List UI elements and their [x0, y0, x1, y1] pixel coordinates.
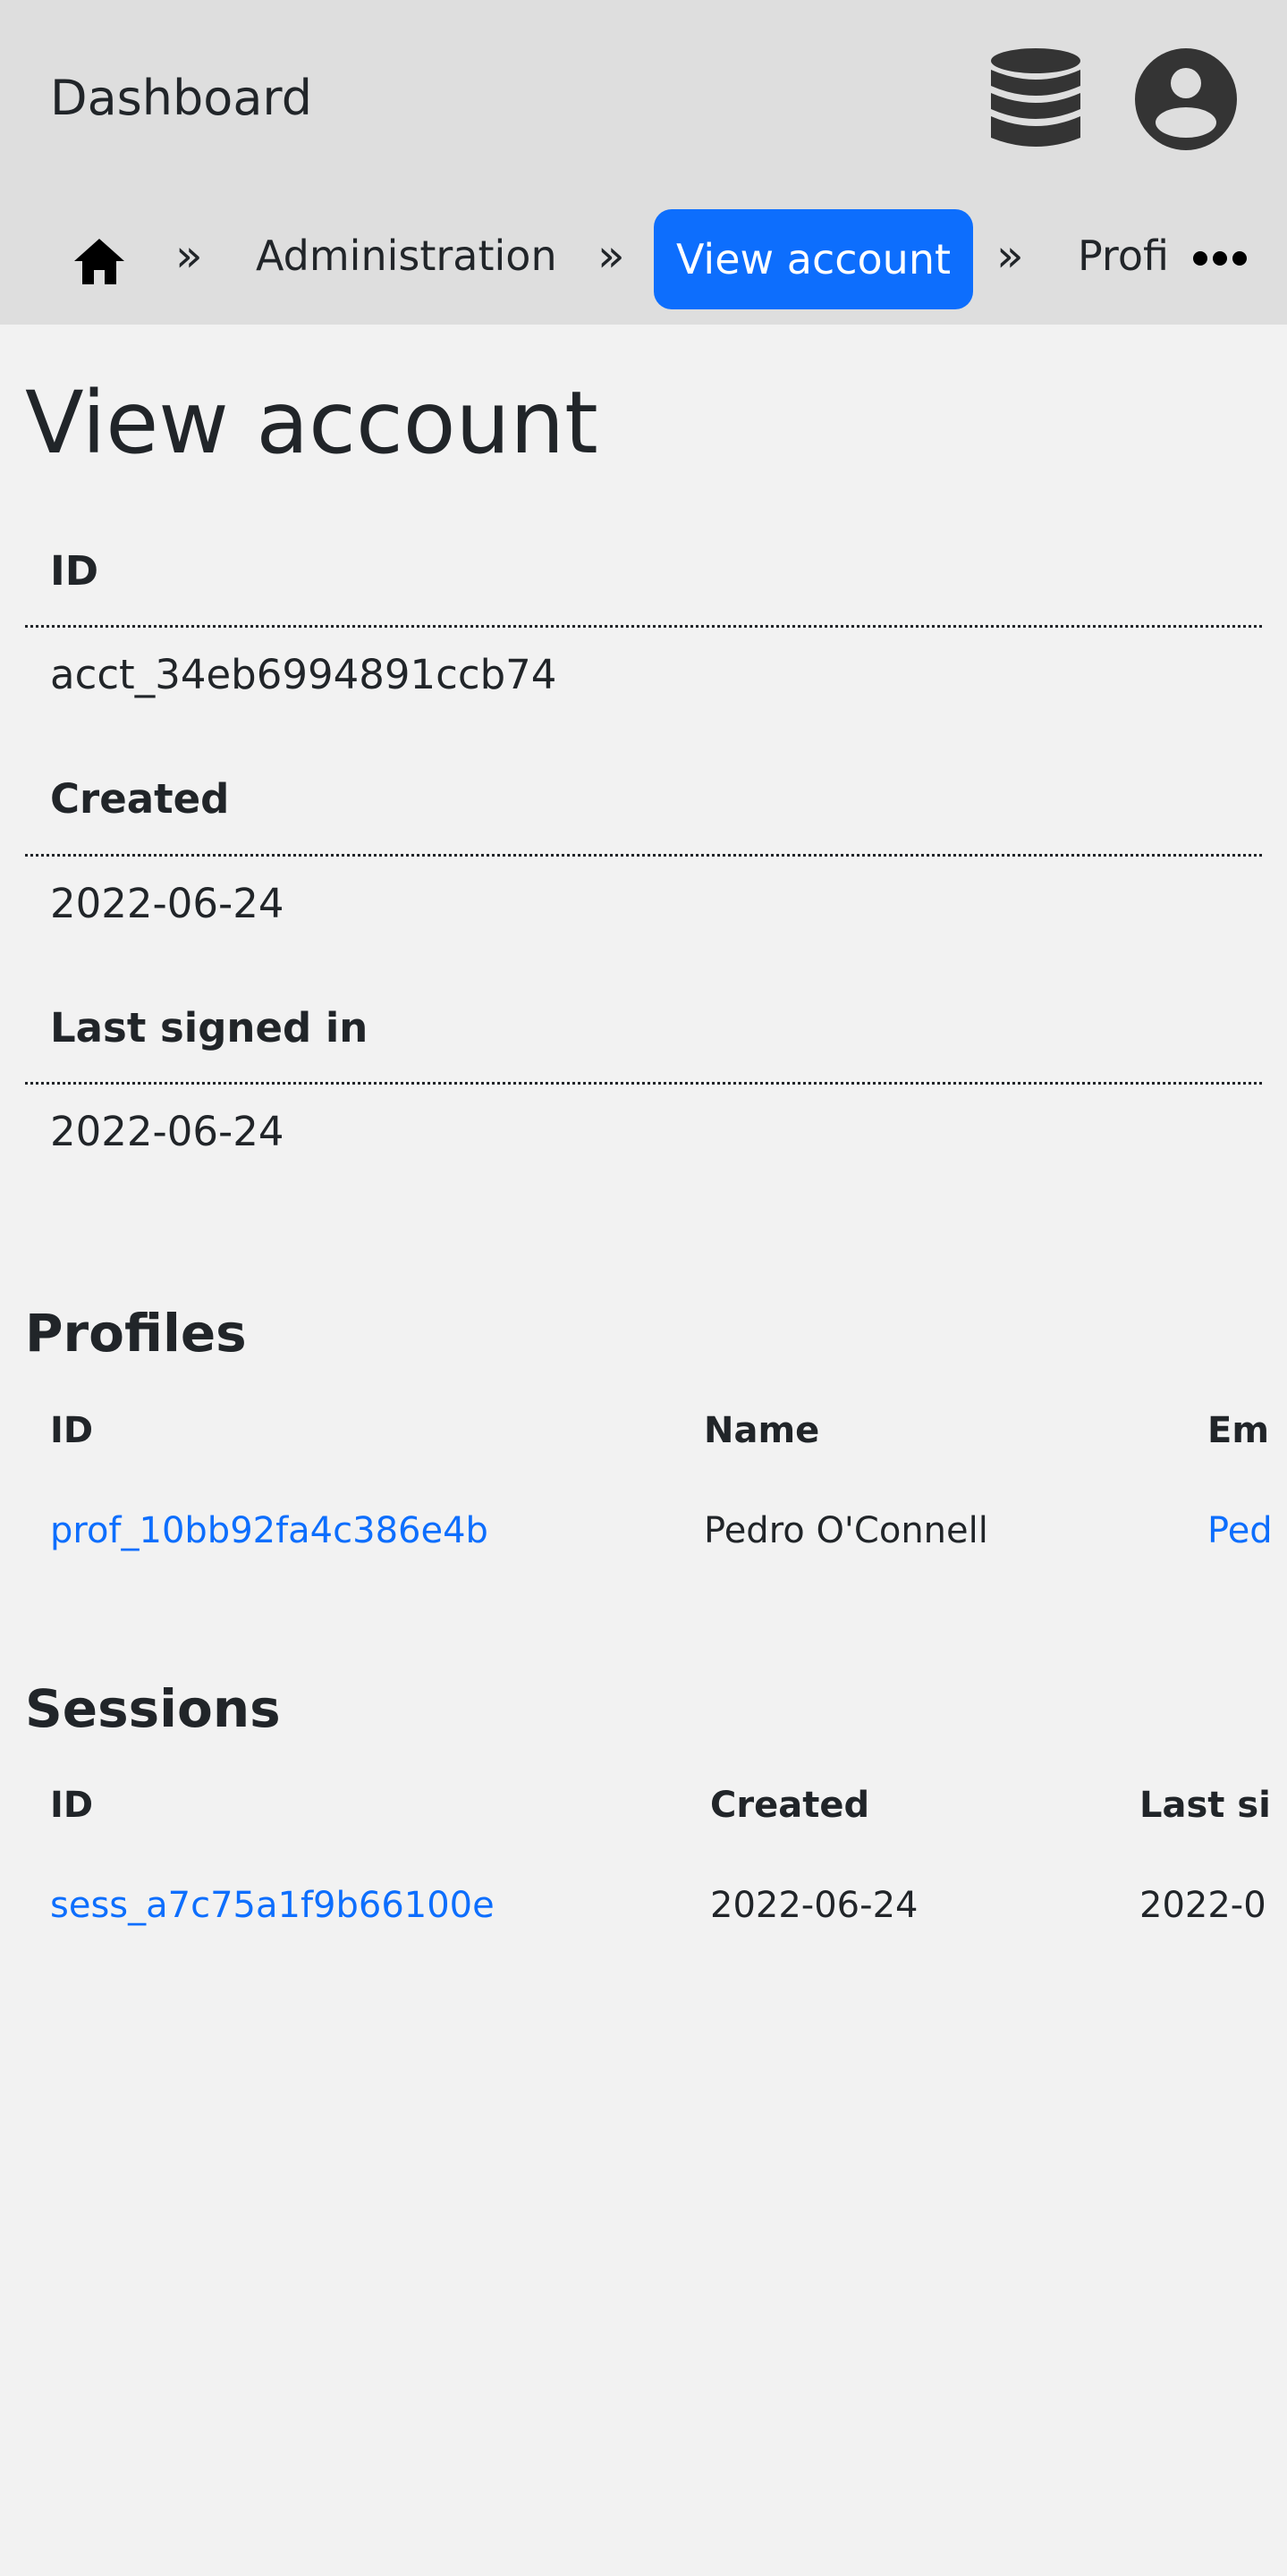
profile-email-link[interactable]: Ped — [1207, 1508, 1273, 1553]
profiles-table: ID Name Em prof_10bb92fa4c386e4b Pedro O… — [0, 1395, 1287, 1627]
breadcrumb: » Administration » View account » Profi — [0, 209, 1287, 309]
top-header: Dashboard » Administration » View accoun… — [0, 0, 1287, 325]
profile-name: Pedro O'Connell — [704, 1510, 988, 1551]
column-header-id: ID — [50, 1785, 94, 1826]
divider — [25, 854, 1262, 857]
breadcrumb-administration[interactable]: Administration — [256, 229, 557, 283]
column-header-email: Em — [1207, 1410, 1270, 1451]
app-title[interactable]: Dashboard — [50, 70, 312, 126]
session-created: 2022-06-24 — [710, 1885, 919, 1926]
session-id-link[interactable]: sess_a7c75a1f9b66100e — [50, 1883, 495, 1928]
breadcrumb-separator: » — [597, 230, 625, 282]
column-header-id: ID — [50, 1410, 94, 1451]
home-icon[interactable] — [72, 236, 127, 286]
detail-value-created: 2022-06-24 — [50, 880, 284, 927]
breadcrumb-separator: » — [996, 230, 1024, 282]
detail-label-created: Created — [50, 775, 230, 823]
detail-value-id: acct_34eb6994891ccb74 — [50, 651, 557, 698]
page-title: View account — [25, 373, 598, 473]
profile-id-link[interactable]: prof_10bb92fa4c386e4b — [50, 1508, 488, 1553]
breadcrumb-view-account[interactable]: View account — [654, 209, 973, 309]
column-header-name: Name — [704, 1410, 820, 1451]
account-circle-icon[interactable] — [1134, 47, 1238, 151]
session-last-signed-in: 2022-0 — [1139, 1885, 1266, 1926]
breadcrumb-separator: » — [175, 230, 203, 282]
detail-label-id: ID — [50, 547, 99, 595]
database-icon[interactable] — [988, 46, 1083, 154]
more-horizontal-icon[interactable] — [1193, 247, 1247, 270]
column-header-created: Created — [710, 1785, 870, 1826]
divider — [25, 625, 1262, 628]
detail-label-last-signed-in: Last signed in — [50, 1004, 368, 1052]
breadcrumb-profiles[interactable]: Profi — [1078, 229, 1167, 283]
sessions-heading: Sessions — [25, 1678, 281, 1739]
sessions-table: ID Created Last si sess_a7c75a1f9b66100e… — [0, 1770, 1287, 2003]
divider — [25, 1082, 1262, 1085]
column-header-last-signed-in: Last si — [1139, 1785, 1271, 1826]
detail-value-last-signed-in: 2022-06-24 — [50, 1108, 284, 1155]
profiles-heading: Profiles — [25, 1303, 247, 1364]
